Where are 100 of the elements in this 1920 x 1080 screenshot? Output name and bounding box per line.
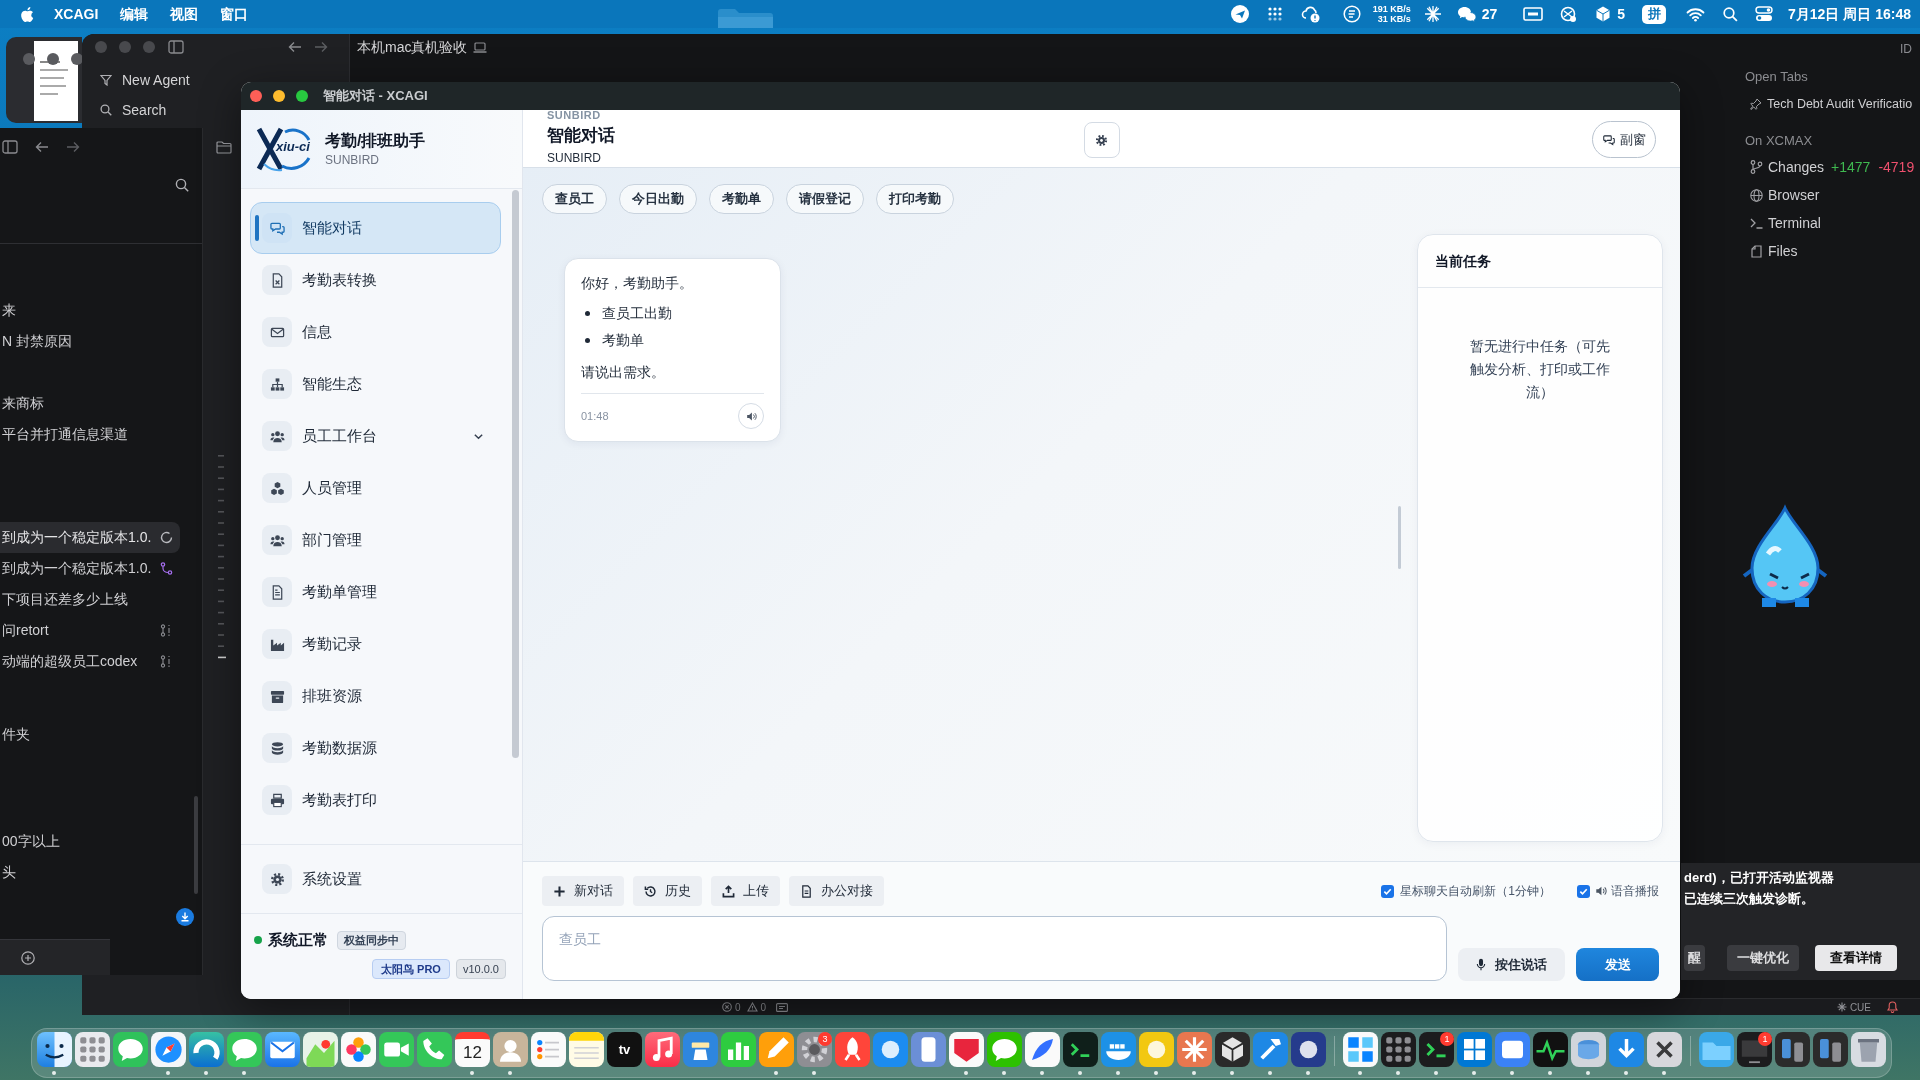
laptop-icon[interactable]	[473, 41, 488, 53]
bell-icon[interactable]	[1887, 1001, 1898, 1013]
sidebar-link[interactable]: Terminal	[1768, 215, 1821, 231]
message-input[interactable]: 查员工	[542, 916, 1447, 981]
sidebar-item[interactable]: 考勤记录	[250, 618, 501, 670]
quick-action-chip[interactable]: 打印考勤	[876, 184, 954, 214]
sidebar-item[interactable]: 信息	[250, 306, 501, 358]
app-icon[interactable]: tv	[607, 1032, 642, 1067]
app-tile[interactable]: 1	[1737, 1032, 1772, 1067]
status-label[interactable]: CUE	[1849, 999, 1871, 1015]
quick-action-chip[interactable]: 考勤单	[709, 184, 774, 214]
task-list-item[interactable]: 头	[0, 857, 180, 888]
app-icon[interactable]	[1215, 1032, 1250, 1067]
search-icon[interactable]	[1723, 6, 1739, 22]
trash-icon[interactable]	[1851, 1032, 1886, 1067]
app-tile[interactable]: 1	[1419, 1032, 1454, 1067]
cloud-alert-icon[interactable]	[1300, 4, 1321, 24]
checkbox[interactable]	[1577, 884, 1590, 898]
window-thumbnail-drawing[interactable]	[6, 37, 82, 123]
task-list-item[interactable]: 平台并打通信息渠道	[0, 419, 180, 450]
speaker-button[interactable]	[738, 403, 764, 429]
sidebar-item[interactable]: 考勤数据源	[250, 722, 501, 774]
chat-bubbles-icon[interactable]	[1456, 5, 1477, 23]
menu-item[interactable]: 窗口	[220, 3, 249, 25]
toolbar-button[interactable]: 办公对接	[789, 876, 884, 906]
sidebar-item[interactable]: 系统设置	[250, 853, 501, 905]
apple-icon[interactable]	[20, 5, 34, 23]
notification-button[interactable]: 醒	[1684, 945, 1705, 971]
window-zoom-button[interactable]	[296, 90, 308, 102]
app-icon[interactable]	[1291, 1032, 1326, 1067]
task-list-item[interactable]: 到成为一个稳定版本1.0.	[0, 553, 180, 584]
voice-button[interactable]: 按住说话	[1458, 948, 1565, 981]
toolbar-button[interactable]: 上传	[711, 876, 780, 906]
task-list-item[interactable]: 来	[0, 295, 180, 326]
menu-app-name[interactable]: XCAGI	[54, 3, 99, 25]
app-icon[interactable]	[1533, 1032, 1568, 1067]
sidebar-toggle-icon[interactable]	[168, 40, 184, 54]
task-list-item[interactable]: 00字以上	[0, 826, 180, 857]
app-icon[interactable]	[1063, 1032, 1098, 1067]
control-center-icon[interactable]	[1755, 6, 1774, 22]
sidebar-item[interactable]: 人员管理	[250, 462, 501, 514]
striped-circle-icon[interactable]	[1342, 5, 1361, 23]
sidebar-item[interactable]: 考勤单管理	[250, 566, 501, 618]
forward-arrow-icon[interactable]	[66, 141, 80, 153]
search-icon[interactable]	[175, 178, 189, 192]
menu-item[interactable]: 视图	[170, 3, 199, 25]
new-agent-button[interactable]: New Agent	[100, 69, 194, 91]
search-button[interactable]: Search	[100, 99, 171, 121]
toolbar-button[interactable]: 历史	[633, 876, 702, 906]
scrollbar-thumb[interactable]	[194, 796, 198, 894]
wifi-icon[interactable]	[1686, 6, 1706, 22]
back-arrow-icon[interactable]	[35, 141, 49, 153]
menu-item[interactable]: 编辑	[120, 3, 149, 25]
cube-icon[interactable]	[1594, 5, 1613, 23]
notification-button[interactable]: 查看详情	[1815, 945, 1897, 971]
sidebar-item[interactable]: 智能生态	[250, 358, 501, 410]
sidebar-item[interactable]: 排班资源	[250, 670, 501, 722]
forward-arrow-icon[interactable]	[314, 41, 328, 53]
download-icon[interactable]	[176, 908, 194, 926]
task-list-item[interactable]: N 封禁原因	[0, 326, 180, 357]
app-icon[interactable]	[37, 1032, 72, 1067]
sidebar-item[interactable]: 部门管理	[250, 514, 501, 566]
sidebar-link[interactable]: Files	[1768, 243, 1798, 259]
resize-handle[interactable]	[1398, 506, 1401, 569]
menu-bar-clock[interactable]: 7月12日 周日 16:48	[1788, 3, 1911, 25]
crossed-circle-icon[interactable]	[1559, 5, 1578, 23]
scrollbar-thumb[interactable]	[512, 190, 519, 758]
notification-button[interactable]: 一键优化	[1727, 945, 1799, 971]
calendar-icon[interactable]: 12	[455, 1032, 490, 1067]
task-list-item[interactable]: 到成为一个稳定版本1.0.	[0, 522, 180, 553]
task-list-item[interactable]: 件夹	[0, 719, 180, 750]
send-button[interactable]: 发送	[1576, 948, 1659, 981]
task-list-item[interactable]: 来商标	[0, 388, 180, 419]
quick-action-chip[interactable]: 查员工	[542, 184, 607, 214]
folder-icon[interactable]	[1699, 1032, 1734, 1067]
window-close-button[interactable]	[250, 90, 262, 102]
open-tab-link[interactable]: Tech Debt Audit Verificatio	[1767, 96, 1913, 112]
sidebar-link[interactable]: Changes	[1768, 159, 1825, 175]
window-minimize-button[interactable]	[273, 90, 285, 102]
sidebar-item[interactable]: 智能对话	[250, 202, 501, 254]
app-icon[interactable]	[1381, 1032, 1416, 1067]
back-arrow-icon[interactable]	[288, 41, 302, 53]
popout-button[interactable]: 副窗	[1592, 121, 1656, 158]
sidebar-link[interactable]: Browser	[1768, 187, 1820, 203]
quick-action-chip[interactable]: 今日出勤	[619, 184, 697, 214]
input-method-button[interactable]: 拼	[1642, 4, 1667, 24]
sparkle-icon[interactable]	[1423, 5, 1442, 23]
task-list-item[interactable]: 下项目还差多少上线	[0, 584, 180, 615]
dot-grid-icon[interactable]	[1266, 6, 1283, 22]
sidebar-toggle-icon[interactable]	[2, 140, 18, 154]
panel-icon[interactable]	[776, 1002, 789, 1012]
app-tile[interactable]: 3	[797, 1032, 832, 1067]
task-list-item[interactable]: 动端的超级员工codex	[0, 646, 180, 677]
sidebar-item[interactable]: 员工工作台	[250, 410, 501, 462]
toolbar-button[interactable]: 新对话	[542, 876, 624, 906]
settings-button[interactable]	[1083, 122, 1120, 158]
app-icon[interactable]	[1647, 1032, 1682, 1067]
checkbox[interactable]	[1381, 884, 1395, 898]
add-icon[interactable]	[21, 950, 35, 965]
display-icon[interactable]	[1523, 6, 1544, 22]
